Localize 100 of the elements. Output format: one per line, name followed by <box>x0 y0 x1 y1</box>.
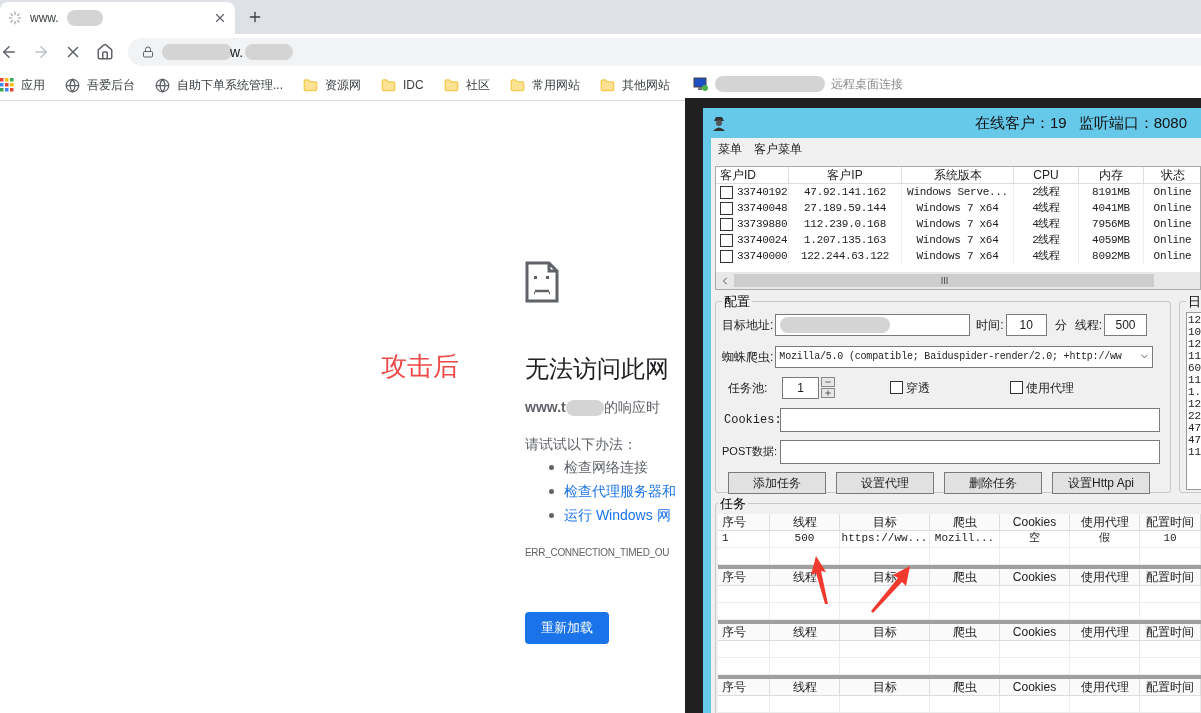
table-cell-text: 27.189.59.144 <box>804 200 886 216</box>
threads-field[interactable]: 500 <box>1104 313 1148 336</box>
column-header[interactable]: 系统版本 <box>902 167 1014 183</box>
log-line: 10 <box>1188 325 1201 338</box>
table-cell-text: 8092MB <box>1092 248 1130 264</box>
field-label: 蜘蛛爬虫: <box>722 348 774 366</box>
globe-icon <box>155 77 170 93</box>
checkbox[interactable] <box>720 185 733 199</box>
blurred-text <box>245 44 294 60</box>
bookmark[interactable]: 吾爱后台 <box>65 76 135 94</box>
menu-item[interactable]: 客户菜单 <box>754 140 802 158</box>
window-title: 远程桌面连接 <box>831 76 903 93</box>
action-button[interactable]: 设置Http Api <box>1052 471 1150 494</box>
column-header[interactable]: 状态 <box>1144 167 1200 183</box>
monitor-icon <box>693 76 709 92</box>
host-text: www.t <box>525 398 566 417</box>
table-cell-text: 10 <box>1163 531 1177 547</box>
field-label: POST数据: <box>722 444 778 460</box>
action-button[interactable]: 添加任务 <box>728 471 826 494</box>
bookmark[interactable]: 其他网站 <box>599 76 670 94</box>
home-icon[interactable] <box>96 43 114 61</box>
online-clients-count: 在线客户：19 <box>974 112 1067 133</box>
globe-icon <box>65 77 80 93</box>
table-cell-text: 47.92.141.162 <box>804 184 886 200</box>
error-message: 的响应时 <box>603 398 660 417</box>
scrollbar-thumb[interactable] <box>734 274 1154 287</box>
suggestion-link[interactable]: 检查代理服务器和 <box>564 480 676 502</box>
column-header[interactable]: 内存 <box>1079 167 1144 183</box>
decrement-button[interactable] <box>821 377 835 387</box>
checkbox[interactable] <box>720 249 733 263</box>
column-header[interactable]: 客户ID <box>716 167 789 183</box>
action-button[interactable]: 设置代理 <box>836 471 934 494</box>
table-cell-text: 122.244.63.122 <box>800 248 890 264</box>
bookmark[interactable]: 社区 <box>443 76 490 94</box>
checkbox-label[interactable]: 穿透 <box>906 378 930 397</box>
post-data-field[interactable] <box>780 439 1160 464</box>
column-header[interactable]: 客户IP <box>789 167 902 183</box>
column-header: 目标 <box>840 513 930 530</box>
table-cell-text: 4线程 <box>1032 216 1060 232</box>
log-line: 22 <box>1188 409 1201 422</box>
horizontal-scrollbar[interactable] <box>716 272 1200 289</box>
cookies-field[interactable] <box>780 407 1160 432</box>
error-code: ERR_CONNECTION_TIMED_OU <box>525 546 671 560</box>
group-title: 任务 <box>719 495 747 513</box>
table-cell-text: 假 <box>1099 531 1110 547</box>
apps-grid-icon <box>0 78 14 92</box>
column-header[interactable]: CPU <box>1014 167 1079 183</box>
browser-tab[interactable]: www. <box>0 2 235 34</box>
field-label: 目标地址: <box>722 316 774 334</box>
table-cell-text: Online <box>1153 232 1192 248</box>
table-cell-text: Mozill... <box>934 531 995 547</box>
action-button[interactable]: 删除任务 <box>944 471 1042 494</box>
task-pool-field[interactable]: 1 <box>782 376 819 399</box>
field-label: 时间: <box>976 316 1004 334</box>
sad-page-icon <box>525 261 559 303</box>
bookmark[interactable]: 自助下单系统管理... <box>155 76 283 94</box>
checkbox[interactable] <box>890 381 903 394</box>
table-cell-text: Windows 7 x64 <box>916 216 999 232</box>
column-header: 爬虫 <box>930 513 1000 530</box>
checkbox[interactable] <box>720 201 733 215</box>
log-line: 12 <box>1188 313 1201 326</box>
table-cell-text: 8191MB <box>1092 184 1130 200</box>
table-cell-text: 2线程 <box>1032 232 1060 248</box>
bookmark[interactable]: 应用 <box>0 76 45 94</box>
log-line: 12 <box>1188 337 1201 350</box>
listen-port: 监听端口：8080 <box>1078 112 1187 133</box>
bookmark[interactable]: IDC <box>381 76 424 94</box>
target-address-field[interactable] <box>775 313 971 336</box>
time-field[interactable]: 10 <box>1005 313 1047 336</box>
group-title: 配置 <box>723 293 751 311</box>
table-cell-text: Windows 7 x64 <box>916 200 999 216</box>
bookmark[interactable]: 常用网站 <box>509 76 580 94</box>
table-cell-text: 4041MB <box>1092 200 1130 216</box>
address-bar[interactable]: w. <box>128 38 1201 66</box>
column-header: 配置时间 <box>1140 513 1201 530</box>
new-tab-icon[interactable] <box>247 9 263 25</box>
menu-item[interactable]: 菜单 <box>718 140 742 158</box>
increment-button[interactable] <box>821 388 835 398</box>
table-cell-text: 1 <box>721 531 729 547</box>
suggestion-link[interactable]: 运行 Windows 网 <box>564 504 671 526</box>
back-icon[interactable] <box>0 43 18 61</box>
checkbox-label[interactable]: 使用代理 <box>1026 378 1074 397</box>
checkbox[interactable] <box>720 233 733 247</box>
bullet-icon <box>549 464 554 470</box>
close-tab-icon[interactable] <box>213 11 227 25</box>
checkbox[interactable] <box>1010 381 1023 394</box>
checkbox[interactable] <box>720 217 733 231</box>
loading-spinner-icon <box>8 11 22 25</box>
suggestion-text: 检查网络连接 <box>564 457 648 477</box>
field-label: 线程: <box>1074 316 1103 334</box>
table-cell-text: 33740000 <box>737 248 788 264</box>
folder-icon <box>381 77 396 93</box>
reload-button[interactable]: 重新加载 <box>525 612 609 644</box>
blurred-text <box>66 10 103 26</box>
group-title: 日 <box>1187 293 1201 311</box>
bookmark[interactable]: 资源网 <box>303 76 361 94</box>
user-agent-select[interactable]: Mozilla/5.0 (compatible; Baiduspider-render/2.0; +http://ww <box>775 345 1154 368</box>
minus-icon <box>824 378 832 386</box>
lock-icon <box>142 46 154 58</box>
log-line: 11 <box>1188 373 1201 386</box>
